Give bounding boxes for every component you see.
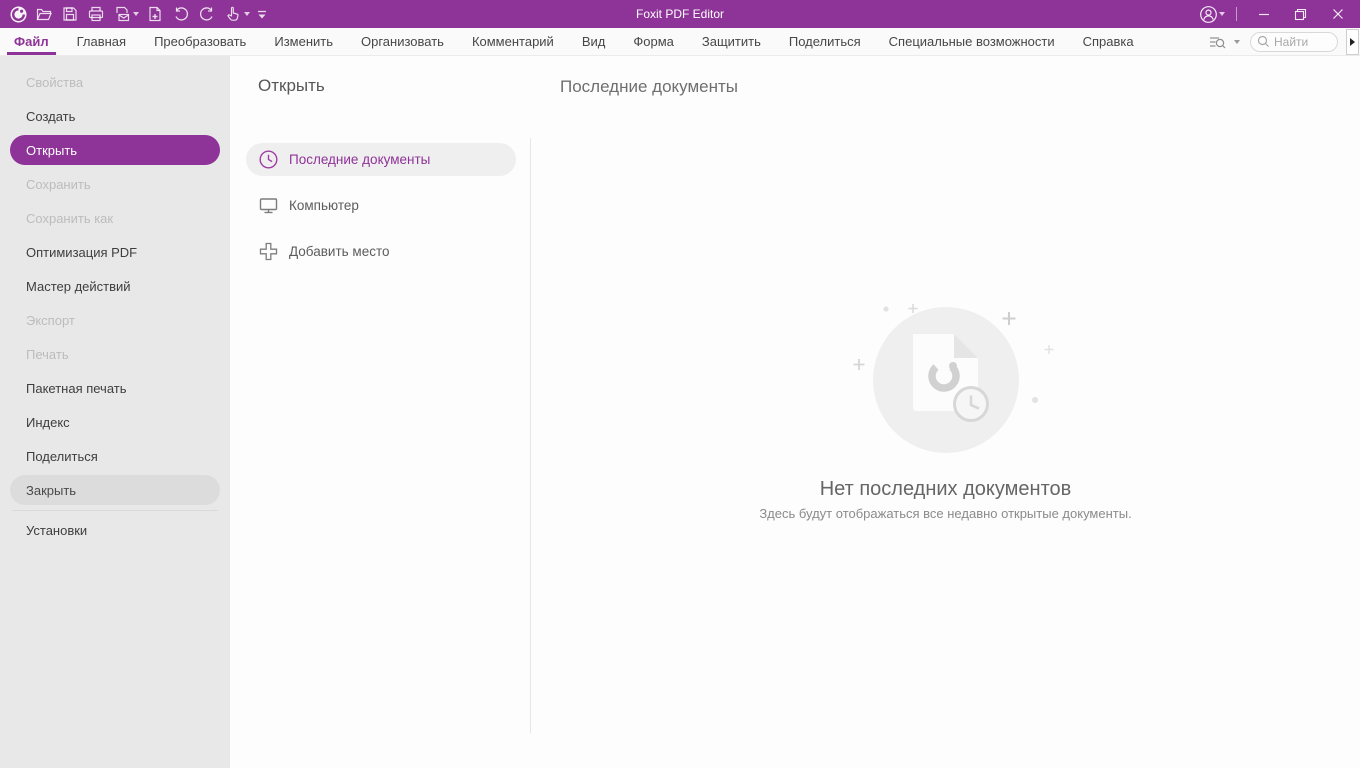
menu-tabs: Файл Главная Преобразовать Изменить Орга… [0,28,1148,55]
restore-icon[interactable] [1282,0,1319,28]
minimize-icon[interactable] [1245,0,1282,28]
menu-bar: Файл Главная Преобразовать Изменить Орга… [0,28,1360,56]
tab-protect[interactable]: Защитить [688,28,775,55]
email-dropdown-caret[interactable] [133,12,139,16]
titlebar-right-controls [1195,0,1360,28]
sidebar-item-create[interactable]: Создать [10,101,220,131]
titlebar-separator [1236,7,1237,21]
tab-home[interactable]: Главная [63,28,140,55]
redo-icon[interactable] [194,2,220,26]
search-icon [1257,35,1270,48]
sidebar-item-action-wizard[interactable]: Мастер действий [10,271,220,301]
save-icon[interactable] [57,2,83,26]
open-item-add-place[interactable]: Добавить место [246,235,516,268]
open-item-label: Компьютер [289,198,359,213]
open-item-label: Добавить место [289,244,390,259]
empty-state: Нет последних документов Здесь будут ото… [531,292,1360,521]
computer-icon [257,195,279,217]
tab-view[interactable]: Вид [568,28,620,55]
search-input[interactable] [1274,35,1332,49]
tab-organize[interactable]: Организовать [347,28,458,55]
sidebar-item-optimize-pdf[interactable]: Оптимизация PDF [10,237,220,267]
sidebar-item-batch-print[interactable]: Пакетная печать [10,373,220,403]
print-icon[interactable] [83,2,109,26]
open-item-computer[interactable]: Компьютер [246,189,516,222]
empty-state-title: Нет последних документов [820,478,1072,501]
sidebar-item-properties: Свойства [10,67,220,97]
sidebar-item-open[interactable]: Открыть [10,135,220,165]
recent-panel-title: Последние документы [560,77,1360,97]
sidebar-item-export: Экспорт [10,305,220,335]
sidebar-item-share[interactable]: Поделиться [10,441,220,471]
empty-state-subtitle: Здесь будут отображаться все недавно отк… [759,506,1131,521]
recent-documents-panel: Последние документы [531,56,1360,768]
open-icon[interactable] [31,2,57,26]
sidebar-item-index[interactable]: Индекс [10,407,220,437]
add-place-icon [257,241,279,263]
sidebar-item-close[interactable]: Закрыть [10,475,220,505]
tab-comment[interactable]: Комментарий [458,28,568,55]
email-icon[interactable] [109,2,135,26]
hand-dropdown-caret[interactable] [244,12,250,16]
open-panel-title: Открыть [258,76,531,96]
sidebar-item-print: Печать [10,339,220,369]
open-item-recent-documents[interactable]: Последние документы [246,143,516,176]
tab-edit[interactable]: Изменить [260,28,347,55]
file-menu-sidebar: Свойства Создать Открыть Сохранить Сохра… [0,56,230,768]
account-dropdown-caret[interactable] [1219,12,1225,16]
title-bar: Foxit PDF Editor [0,0,1360,28]
open-item-label: Последние документы [289,152,430,167]
tab-form[interactable]: Форма [619,28,688,55]
customize-qat-icon[interactable] [253,2,271,26]
open-panel: Открыть Последние документы Компьютер До… [230,56,531,768]
sidebar-item-preferences[interactable]: Установки [10,515,220,545]
foxit-logo-icon [5,2,31,26]
sidebar-divider [12,510,218,511]
account-icon[interactable] [1195,2,1221,26]
advanced-find-icon[interactable] [1208,33,1227,51]
tab-file[interactable]: Файл [0,28,63,55]
search-box[interactable] [1250,32,1338,52]
tab-convert[interactable]: Преобразовать [140,28,260,55]
sidebar-item-save-as: Сохранить как [10,203,220,233]
menubar-search-area [1208,32,1360,52]
tab-share[interactable]: Поделиться [775,28,875,55]
quick-access-toolbar [0,2,271,26]
undo-icon[interactable] [168,2,194,26]
hand-icon[interactable] [220,2,246,26]
sidebar-item-save: Сохранить [10,169,220,199]
close-icon[interactable] [1319,0,1356,28]
tab-accessibility[interactable]: Специальные возможности [875,28,1069,55]
create-icon[interactable] [142,2,168,26]
menu-expand-icon[interactable] [1346,29,1359,55]
open-places-list: Последние документы Компьютер Добавить м… [230,143,531,268]
backstage-view: Свойства Создать Открыть Сохранить Сохра… [0,56,1360,768]
tab-help[interactable]: Справка [1069,28,1148,55]
advanced-find-caret[interactable] [1234,40,1240,44]
empty-documents-illustration [831,292,1061,464]
clock-icon [257,149,279,171]
